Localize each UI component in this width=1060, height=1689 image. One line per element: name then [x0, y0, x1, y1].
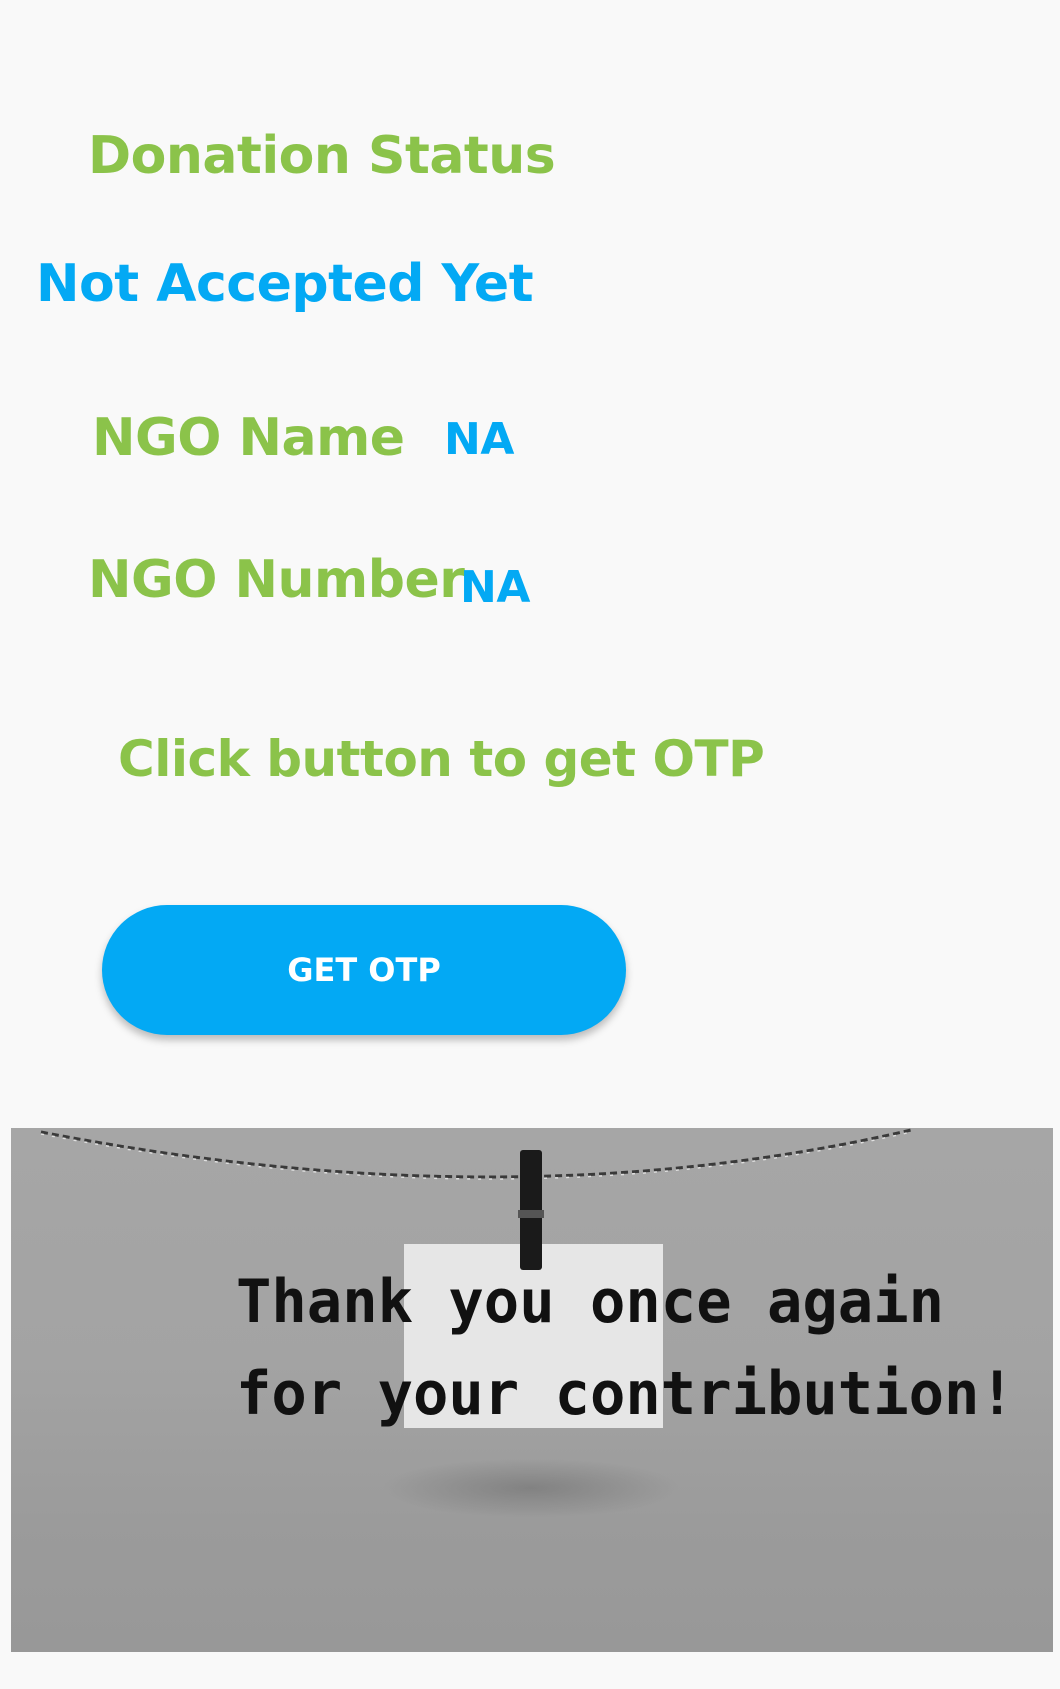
thank-you-message: Thank you once again for your contributi… [236, 1256, 1015, 1440]
ngo-number-value: NA [460, 562, 530, 613]
card-shadow [381, 1458, 681, 1518]
page-title: Donation Status [88, 126, 556, 186]
clothespin-icon [518, 1150, 544, 1270]
thank-you-line-1: Thank you once again [236, 1267, 945, 1337]
get-otp-button[interactable]: GET OTP [102, 905, 626, 1035]
otp-instruction-text: Click button to get OTP [118, 730, 765, 788]
ngo-number-label: NGO Number [88, 550, 465, 610]
ngo-name-value: NA [444, 414, 514, 465]
thank-you-image: Thank you once again for your contributi… [11, 1128, 1053, 1652]
ngo-name-label: NGO Name [92, 408, 405, 468]
thank-you-line-2: for your contribution! [236, 1359, 1015, 1429]
donation-status-value: Not Accepted Yet [36, 254, 534, 314]
